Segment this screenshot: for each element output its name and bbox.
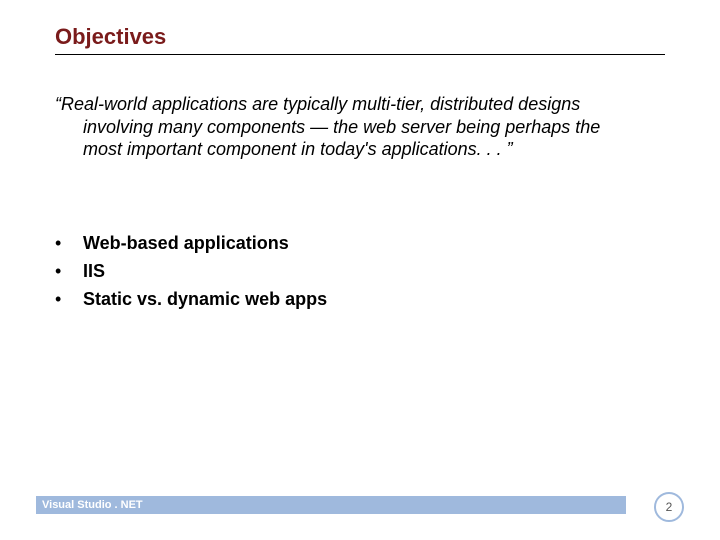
page-number-badge: 2 (654, 492, 684, 522)
bullet-text: IIS (83, 258, 105, 286)
quote-line-1: “Real-world applications are typically m… (55, 93, 665, 116)
slide: Objectives “Real-world applications are … (0, 0, 720, 540)
page-number: 2 (666, 500, 673, 514)
quote-line-2: involving many components — the web serv… (83, 116, 665, 139)
bullet-list: • Web-based applications • IIS • Static … (55, 230, 665, 314)
bullet-icon: • (55, 286, 83, 314)
bullet-text: Static vs. dynamic web apps (83, 286, 327, 314)
list-item: • Static vs. dynamic web apps (55, 286, 665, 314)
title-underline (55, 54, 665, 55)
bullet-icon: • (55, 258, 83, 286)
quote-block: “Real-world applications are typically m… (55, 93, 665, 161)
list-item: • Web-based applications (55, 230, 665, 258)
list-item: • IIS (55, 258, 665, 286)
footer-label: Visual Studio . NET (42, 499, 143, 511)
quote-line-3: most important component in today's appl… (83, 138, 665, 161)
bullet-icon: • (55, 230, 83, 258)
bullet-text: Web-based applications (83, 230, 289, 258)
slide-title: Objectives (55, 24, 166, 50)
footer-bar: Visual Studio . NET (36, 496, 626, 514)
